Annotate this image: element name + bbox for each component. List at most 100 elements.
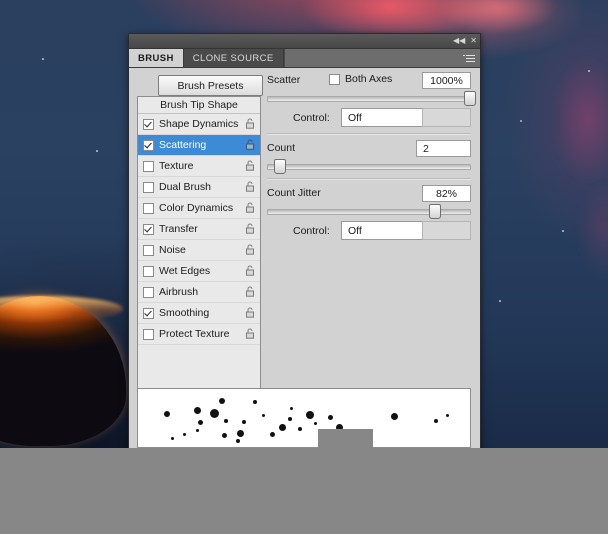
preview-dot [391,413,398,420]
list-item-scattering[interactable]: Scattering [138,135,260,156]
preview-dot [196,429,199,432]
list-item[interactable]: Dual Brush [138,177,260,198]
preview-dot [237,430,244,437]
checkbox-transfer[interactable] [143,223,154,235]
preview-dot [262,414,265,417]
brush-stroke-preview [137,388,471,448]
slider-knob[interactable] [274,159,287,174]
list-item-label: Shape Dynamics [159,118,239,130]
star [588,70,590,72]
tab-clone-source[interactable]: CLONE SOURCE [183,49,284,67]
checkbox-color-dynamics[interactable] [143,202,154,214]
lock-icon[interactable] [245,244,255,255]
count-row: Count 2 [267,140,471,157]
slider-knob[interactable] [463,91,476,106]
tab-brush[interactable]: BRUSH [129,49,184,67]
checkbox-protect-texture[interactable] [143,328,154,340]
count-jitter-value-field[interactable]: 82% [422,185,471,202]
lock-icon[interactable] [245,160,255,171]
count-jitter-control-extra-field [422,221,471,240]
both-axes-control[interactable]: Both Axes [329,73,392,85]
checkbox-airbrush[interactable] [143,286,154,298]
screenshot-occluder-small [318,429,373,448]
star [520,120,522,122]
checkbox-texture[interactable] [143,160,154,172]
preview-dot [242,420,246,424]
preview-dot [290,407,293,410]
preview-dot [434,419,438,423]
preview-dot [253,400,257,404]
both-axes-label: Both Axes [345,73,393,85]
checkbox-scattering[interactable] [143,139,154,151]
checkbox-wet-edges[interactable] [143,265,154,277]
star [96,150,98,152]
count-jitter-slider[interactable] [267,204,471,219]
preview-dot [171,437,174,440]
scatter-value-field[interactable]: 1000% [422,72,471,89]
lock-icon[interactable] [245,307,255,318]
list-item-label: Scattering [159,139,207,151]
brush-tip-shape-header[interactable]: Brush Tip Shape [138,97,260,114]
list-item[interactable]: Texture [138,156,260,177]
star [499,300,501,302]
lock-icon[interactable] [245,118,255,129]
scatter-control-label: Control: [293,112,330,124]
scatter-slider[interactable] [267,91,476,106]
list-item[interactable]: Transfer [138,219,260,240]
slider-track [267,164,471,170]
count-jitter-label: Count Jitter [267,187,321,199]
count-value-field[interactable]: 2 [416,140,471,157]
checkbox-noise[interactable] [143,244,154,256]
checkbox-smoothing[interactable] [143,307,154,319]
count-jitter-control-value: Off [348,224,362,237]
slider-track [267,96,471,102]
brush-presets-button[interactable]: Brush Presets [158,75,263,96]
list-item-label: Wet Edges [159,265,211,277]
preview-dot [194,407,201,414]
preview-dot [210,409,219,418]
lock-icon[interactable] [245,202,255,213]
lock-icon[interactable] [245,328,255,339]
preview-dot [219,398,225,404]
lock-icon[interactable] [245,265,255,276]
list-item[interactable]: Wet Edges [138,261,260,282]
list-item-label: Protect Texture [159,328,230,340]
list-item-label: Texture [159,160,194,172]
star [562,230,564,232]
count-slider[interactable] [267,159,471,174]
preview-dot [306,411,314,419]
collapse-icon[interactable]: ◀◀ [453,37,465,45]
list-item-label: Color Dynamics [159,202,234,214]
scatter-row: Scatter Both Axes 1000% [267,72,471,89]
lock-icon[interactable] [245,223,255,234]
scatter-control-extra-field [422,108,471,127]
tab-filler [283,49,480,67]
preview-dot [270,432,275,437]
list-item[interactable]: Shape Dynamics [138,114,260,135]
preview-dot [279,424,286,431]
preview-dot [198,420,203,425]
lock-icon[interactable] [245,286,255,297]
list-item-label: Dual Brush [159,181,211,193]
panel-tab-bar: BRUSH CLONE SOURCE [129,49,480,68]
list-item[interactable]: Color Dynamics [138,198,260,219]
preview-dot [314,422,317,425]
checkbox-shape-dynamics[interactable] [143,118,154,130]
scattering-controls: Scatter Both Axes 1000% Control: Off Cou… [267,72,476,240]
brush-panel: ◀◀ ✕ BRUSH CLONE SOURCE Brush Presets Br… [128,33,481,456]
preview-dot [183,433,186,436]
lock-icon[interactable] [245,139,255,150]
list-item[interactable]: Airbrush [138,282,260,303]
close-icon[interactable]: ✕ [470,37,477,45]
list-item[interactable]: Protect Texture [138,324,260,345]
slider-knob[interactable] [429,204,442,219]
panel-menu-icon[interactable] [463,54,475,63]
count-jitter-control-row: Control: Off [267,221,471,240]
checkbox-both-axes[interactable] [329,73,340,85]
list-item-label: Noise [159,244,186,256]
list-item[interactable]: Noise [138,240,260,261]
checkbox-dual-brush[interactable] [143,181,154,193]
lock-icon[interactable] [245,181,255,192]
preview-dot [298,427,302,431]
list-item[interactable]: Smoothing [138,303,260,324]
